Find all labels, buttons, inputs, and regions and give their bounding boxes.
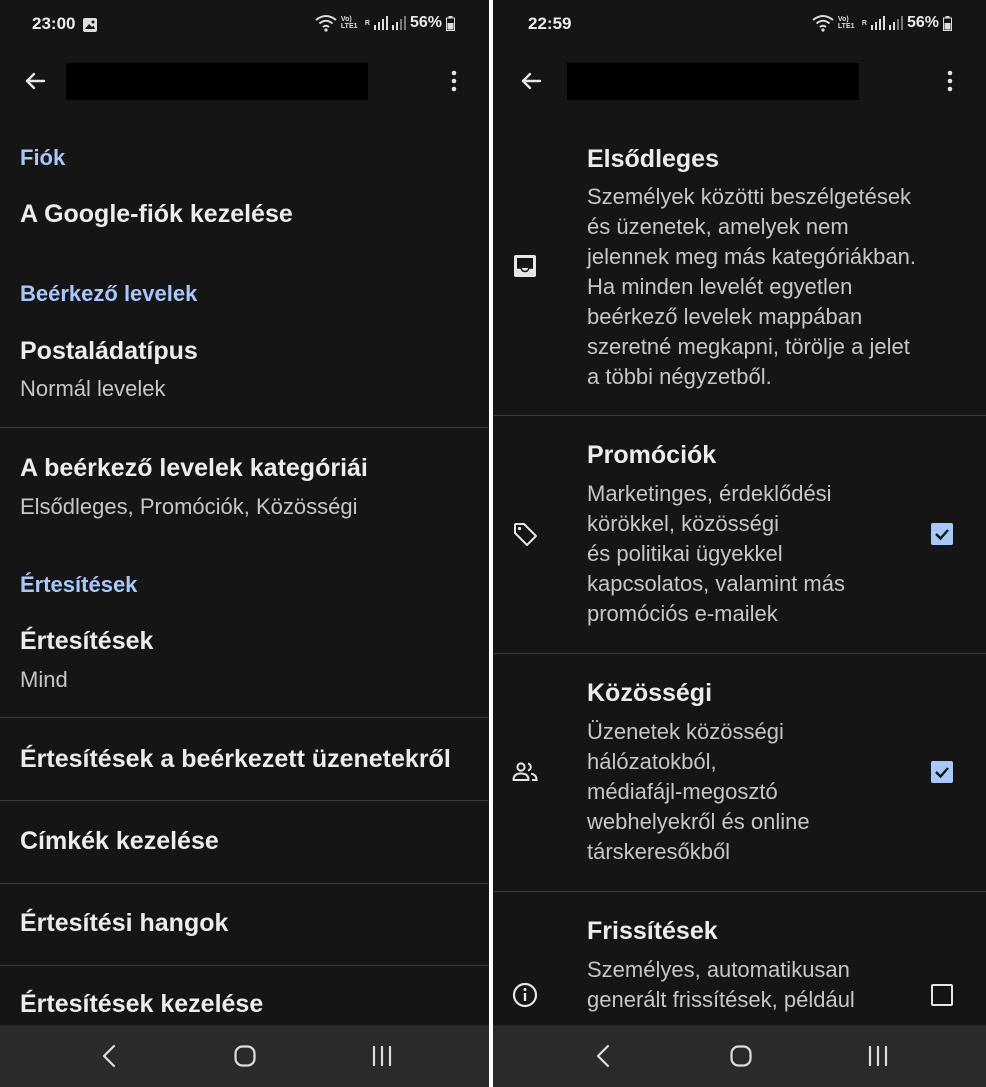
system-nav-bar <box>493 1025 986 1087</box>
category-row-updates[interactable]: Frissítések Személyes, automatikusan gen… <box>493 892 986 1025</box>
category-description-primary: Személyek közötti beszélgetések és üzene… <box>587 184 916 389</box>
nav-recents-icon[interactable] <box>366 1040 398 1072</box>
tag-icon <box>514 523 537 546</box>
battery-icon <box>446 15 455 31</box>
nav-home-icon[interactable] <box>229 1040 261 1072</box>
info-icon <box>512 982 538 1008</box>
manage-labels-item[interactable]: Címkék kezelése <box>0 801 489 883</box>
signal-icon <box>373 16 388 30</box>
back-arrow-icon[interactable] <box>516 66 546 96</box>
notification-sounds-item[interactable]: Értesítési hangok <box>0 884 489 966</box>
section-header-account: Fiók <box>20 145 66 170</box>
category-row-social[interactable]: Közösségi Üzenetek közösségi hálózatokbó… <box>493 654 986 891</box>
battery-percent: 56% <box>409 14 442 31</box>
category-title-primary: Elsődleges <box>587 145 719 173</box>
status-time: 22:59 <box>528 14 572 33</box>
promotions-checkbox[interactable] <box>931 523 953 545</box>
nav-back-icon[interactable] <box>94 1040 126 1072</box>
status-icons: Vo) LTE1 R 56% <box>812 14 952 32</box>
category-description-promotions: Marketinges, érdeklődési körökkel, közös… <box>587 481 845 626</box>
inbox-type-value: Normál levelek <box>20 376 166 401</box>
battery-icon <box>943 15 952 31</box>
signal-icon-2 <box>888 16 903 30</box>
inbox-categories-item[interactable]: A beérkező levelek kategóriái Elsődleges… <box>0 440 489 540</box>
notifications-value: Mind <box>20 667 68 692</box>
roaming-indicator: R <box>861 19 867 27</box>
category-row-promotions[interactable]: Promóciók Marketinges, érdeklődési körök… <box>493 416 986 653</box>
notifications-item[interactable]: Értesítések Mind <box>0 615 489 715</box>
inbox-categories-screen: 22:59 Vo) LTE1 R 56% Elsődleges Személye… <box>493 0 986 1087</box>
category-row-primary: Elsődleges Személyek közötti beszélgetés… <box>493 130 986 415</box>
incoming-message-notifications-item[interactable]: Értesítések a beérkezett üzenetekről <box>0 718 489 800</box>
section-header-inbox: Beérkező levelek <box>20 281 198 306</box>
volte-indicator: Vo) LTE1 <box>340 16 358 30</box>
roaming-indicator: R <box>364 19 370 27</box>
category-description-social: Üzenetek közösségi hálózatokból, médiafá… <box>587 719 810 864</box>
app-bar <box>493 56 986 106</box>
wifi-icon <box>812 15 834 32</box>
manage-notifications-item[interactable]: Értesítések kezelése <box>0 966 489 1024</box>
app-bar <box>0 56 489 106</box>
updates-checkbox[interactable] <box>931 984 953 1006</box>
manage-google-account-item[interactable]: A Google-fiók kezelése <box>0 190 489 240</box>
nav-back-icon[interactable] <box>588 1040 620 1072</box>
status-bar: 23:00 Vo) LTE1 R 56% <box>0 0 489 48</box>
social-checkbox[interactable] <box>931 761 953 783</box>
more-vertical-icon[interactable] <box>938 66 962 96</box>
volte-indicator: Vo) LTE1 <box>837 16 855 30</box>
inbox-type-title: Postaládatípus <box>20 337 198 365</box>
category-title-updates: Frissítések <box>587 917 718 945</box>
manage-labels-label: Címkék kezelése <box>20 827 219 855</box>
manage-notifications-label: Értesítések kezelése <box>20 990 264 1018</box>
system-nav-bar <box>0 1025 489 1087</box>
settings-screen: 23:00 Vo) LTE1 R 56% Fiók A Google-fiók … <box>0 0 489 1087</box>
category-title-social: Közösségi <box>587 679 713 707</box>
inbox-categories-value: Elsődleges, Promóciók, Közösségi <box>20 494 358 519</box>
nav-recents-icon[interactable] <box>862 1040 894 1072</box>
inbox-categories-title: A beérkező levelek kategóriái <box>20 454 368 482</box>
status-icons: Vo) LTE1 R 56% <box>315 14 455 32</box>
nav-home-icon[interactable] <box>725 1040 757 1072</box>
category-title-promotions: Promóciók <box>587 441 717 469</box>
redacted-account-email <box>66 63 368 100</box>
signal-icon <box>870 16 885 30</box>
notifications-title: Értesítések <box>20 627 154 655</box>
gallery-notification-icon <box>83 18 97 32</box>
inbox-icon <box>514 255 536 277</box>
divider <box>0 427 489 428</box>
redacted-account-email <box>567 63 859 100</box>
status-time: 23:00 <box>32 14 76 33</box>
category-description-updates: Személyes, automatikusan generált frissí… <box>587 957 855 1012</box>
status-bar: 22:59 Vo) LTE1 R 56% <box>493 0 986 48</box>
signal-icon-2 <box>391 16 406 30</box>
people-icon <box>512 762 538 781</box>
battery-percent: 56% <box>906 14 939 31</box>
section-header-notifications: Értesítések <box>20 572 138 597</box>
back-arrow-icon[interactable] <box>20 66 50 96</box>
manage-google-account-label: A Google-fiók kezelése <box>20 200 293 228</box>
notification-sounds-label: Értesítési hangok <box>20 909 229 937</box>
more-vertical-icon[interactable] <box>442 66 466 96</box>
inbox-type-item[interactable]: Postaládatípus Normál levelek <box>0 325 489 425</box>
wifi-icon <box>315 15 337 32</box>
incoming-message-notifications-label: Értesítések a beérkezett üzenetekről <box>20 745 451 773</box>
